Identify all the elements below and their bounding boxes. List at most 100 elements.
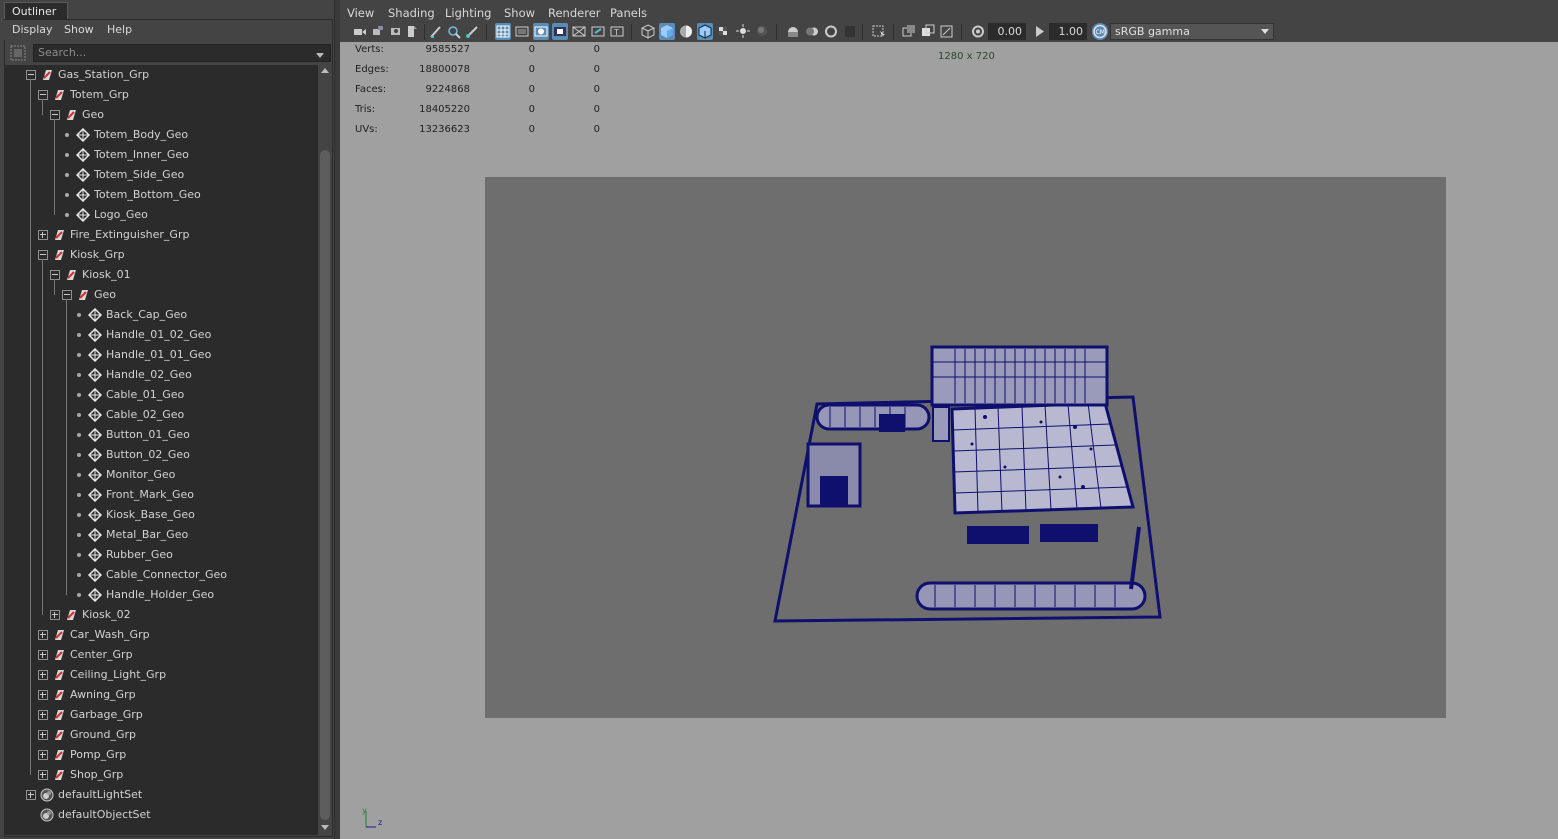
expand-icon[interactable]	[38, 750, 48, 760]
outliner-scrollbar[interactable]	[318, 65, 332, 835]
grease-pencil-icon[interactable]	[428, 23, 444, 40]
outliner-mesh-item[interactable]: Totem_Body_Geo	[4, 125, 318, 145]
viewport-menu-renderer[interactable]: Renderer	[548, 6, 601, 20]
field-chart-icon[interactable]	[571, 23, 587, 40]
outliner-mesh-item[interactable]: Totem_Side_Geo	[4, 165, 318, 185]
viewport-menu-view[interactable]: View	[347, 6, 374, 20]
viewport-menu-shading[interactable]: Shading	[388, 6, 435, 20]
expand-icon[interactable]	[38, 630, 48, 640]
scrollbar-thumb[interactable]	[320, 150, 330, 820]
outliner-mesh-item[interactable]: Cable_02_Geo	[4, 405, 318, 425]
outliner-mesh-item[interactable]: Button_02_Geo	[4, 445, 318, 465]
outliner-group-item[interactable]: Center_Grp	[4, 645, 318, 665]
viewport-menu-show[interactable]: Show	[504, 6, 535, 20]
safe-title-icon[interactable]: T	[609, 23, 625, 40]
expand-icon[interactable]	[38, 650, 48, 660]
camera-select-icon[interactable]	[352, 23, 368, 40]
outliner-mesh-item[interactable]: Metal_Bar_Geo	[4, 525, 318, 545]
collapse-icon[interactable]	[62, 290, 72, 300]
outliner-group-item[interactable]: Gas_Station_Grp	[4, 65, 318, 85]
bookmark-icon[interactable]	[388, 23, 404, 40]
outliner-group-item[interactable]: Fire_Extinguisher_Grp	[4, 225, 318, 245]
viewport-3d[interactable]: Verts: 9585527 0 0 Edges: 18800078 0 0 Faces: 922…	[340, 42, 1558, 839]
expand-icon[interactable]	[38, 690, 48, 700]
outliner-mesh-item[interactable]: Cable_01_Geo	[4, 385, 318, 405]
expand-icon[interactable]	[38, 730, 48, 740]
expand-icon[interactable]	[26, 790, 36, 800]
image-plane-icon[interactable]	[404, 23, 420, 40]
outliner-mesh-item[interactable]: Back_Cap_Geo	[4, 305, 318, 325]
outliner-group-item[interactable]: Car_Wash_Grp	[4, 625, 318, 645]
shadows-icon[interactable]	[754, 23, 770, 40]
outliner-set-item[interactable]: defaultObjectSet	[4, 805, 318, 825]
resolution-gate-icon[interactable]	[533, 23, 549, 40]
collapse-icon[interactable]	[38, 90, 48, 100]
expand-icon[interactable]	[38, 230, 48, 240]
multisample-aa-icon[interactable]	[823, 23, 839, 40]
collapse-icon[interactable]	[50, 270, 60, 280]
outliner-group-item[interactable]: Geo	[4, 105, 318, 125]
xray-active-components-icon[interactable]	[920, 23, 936, 40]
viewport-menu-lighting[interactable]: Lighting	[445, 6, 491, 20]
outliner-group-item[interactable]: Awning_Grp	[4, 685, 318, 705]
outliner-mesh-item[interactable]: Logo_Geo	[4, 205, 318, 225]
expand-icon[interactable]	[38, 710, 48, 720]
screen-space-ao-icon[interactable]	[785, 23, 801, 40]
default-material-icon[interactable]	[678, 23, 694, 40]
expand-icon[interactable]	[50, 610, 60, 620]
chevron-down-icon[interactable]	[1261, 29, 1269, 34]
outliner-mesh-item[interactable]: Cable_Connector_Geo	[4, 565, 318, 585]
outliner-mesh-item[interactable]: Totem_Bottom_Geo	[4, 185, 318, 205]
outliner-mesh-item[interactable]: Rubber_Geo	[4, 545, 318, 565]
use-all-lights-icon[interactable]	[735, 23, 751, 40]
paint-icon[interactable]	[464, 23, 480, 40]
collapse-icon[interactable]	[38, 250, 48, 260]
wireframe-cube-icon[interactable]	[640, 23, 656, 40]
outliner-mesh-item[interactable]: Handle_01_02_Geo	[4, 325, 318, 345]
outliner-group-item[interactable]: Geo	[4, 285, 318, 305]
filter-icon[interactable]	[10, 45, 26, 61]
motion-blur-icon[interactable]	[804, 23, 820, 40]
collapse-icon[interactable]	[26, 70, 36, 80]
outliner-group-item[interactable]: Kiosk_Grp	[4, 245, 318, 265]
outliner-mesh-item[interactable]: Totem_Inner_Geo	[4, 145, 318, 165]
outliner-menu-show[interactable]: Show	[64, 23, 94, 36]
outliner-group-item[interactable]: Shop_Grp	[4, 765, 318, 785]
exposure-icon[interactable]	[970, 23, 986, 40]
textured-icon[interactable]	[716, 23, 732, 40]
gate-mask-icon[interactable]	[552, 23, 568, 40]
outliner-group-item[interactable]: Ceiling_Light_Grp	[4, 665, 318, 685]
outliner-tab[interactable]: Outliner	[4, 2, 68, 19]
outliner-group-item[interactable]: Kiosk_02	[4, 605, 318, 625]
outliner-group-item[interactable]: Pomp_Grp	[4, 745, 318, 765]
outliner-group-item[interactable]: Ground_Grp	[4, 725, 318, 745]
outliner-mesh-item[interactable]: Handle_01_01_Geo	[4, 345, 318, 365]
two-d-pan-zoom-icon[interactable]	[446, 23, 462, 40]
camera-attributes-icon[interactable]	[370, 23, 386, 40]
xray-joints-icon[interactable]	[939, 23, 955, 40]
scroll-down-icon[interactable]	[321, 825, 329, 830]
outliner-mesh-item[interactable]: Handle_02_Geo	[4, 365, 318, 385]
wireframe-on-shaded-icon[interactable]	[697, 23, 713, 40]
expand-icon[interactable]	[38, 770, 48, 780]
safe-action-icon[interactable]	[590, 23, 606, 40]
outliner-mesh-item[interactable]: Handle_Holder_Geo	[4, 585, 318, 605]
gas-station-wireframe[interactable]	[485, 177, 1446, 718]
outliner-group-item[interactable]: Totem_Grp	[4, 85, 318, 105]
search-dropdown-icon[interactable]	[316, 53, 324, 58]
outliner-menu-help[interactable]: Help	[107, 23, 132, 36]
isolate-select-icon[interactable]	[871, 23, 887, 40]
smooth-shade-cube-icon[interactable]	[659, 23, 675, 40]
gamma-icon[interactable]	[1032, 23, 1048, 40]
outliner-mesh-item[interactable]: Kiosk_Base_Geo	[4, 505, 318, 525]
depth-of-field-icon[interactable]	[842, 23, 858, 40]
expand-icon[interactable]	[38, 670, 48, 680]
xray-icon[interactable]	[901, 23, 917, 40]
outliner-mesh-item[interactable]: Monitor_Geo	[4, 465, 318, 485]
outliner-group-item[interactable]: Kiosk_01	[4, 265, 318, 285]
collapse-icon[interactable]	[50, 110, 60, 120]
exposure-field[interactable]: 0.00	[988, 23, 1026, 40]
film-gate-icon[interactable]	[514, 23, 530, 40]
outliner-group-item[interactable]: Garbage_Grp	[4, 705, 318, 725]
gamma-field[interactable]: 1.00	[1049, 23, 1087, 40]
